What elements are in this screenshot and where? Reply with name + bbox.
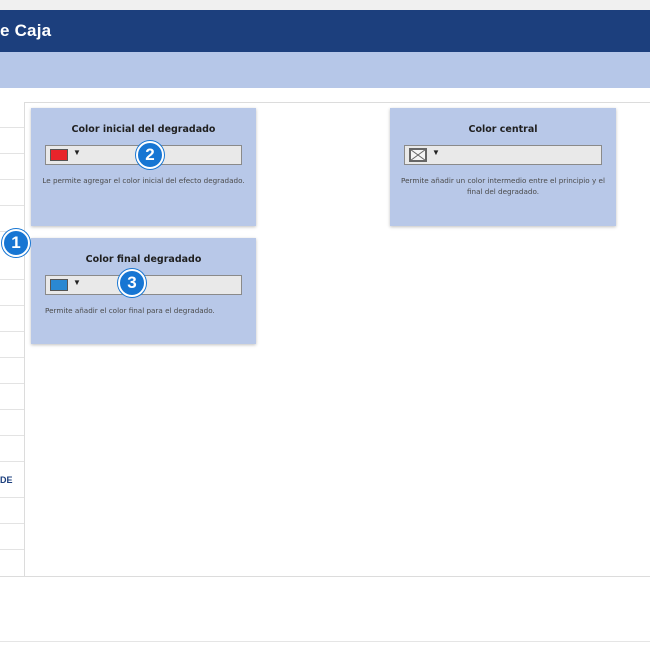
top-strip (0, 0, 650, 10)
sidebar-item[interactable] (0, 524, 24, 550)
sidebar-item[interactable] (0, 180, 24, 206)
sidebar-item[interactable] (0, 206, 24, 232)
sidebar-item[interactable] (0, 498, 24, 524)
header-bar: e Caja (0, 10, 650, 52)
sidebar-item[interactable] (0, 358, 24, 384)
center-color-card: Color central ▼ Permite añadir un color … (390, 108, 616, 226)
callout-badge-1: 1 (2, 229, 30, 257)
center-color-title: Color central (468, 124, 538, 135)
start-color-description: Le permite agregar el color inicial del … (42, 176, 245, 185)
sidebar-item[interactable] (0, 128, 24, 154)
divider (0, 102, 650, 103)
end-color-card: Color final degradado ▼ Permite añadir e… (31, 238, 256, 344)
left-sidebar: DE (0, 102, 25, 576)
divider (0, 576, 650, 577)
end-color-title: Color final degradado (85, 254, 202, 265)
no-color-icon-glyph (410, 149, 426, 161)
sidebar-item[interactable] (0, 154, 24, 180)
window-title: e Caja (0, 21, 52, 40)
blue-swatch-icon (50, 279, 68, 291)
subheader-bar (0, 52, 650, 88)
sidebar-item[interactable] (0, 280, 24, 306)
sidebar-item[interactable] (0, 384, 24, 410)
sidebar-item[interactable] (0, 436, 24, 462)
no-color-icon (409, 148, 427, 162)
chevron-down-icon[interactable]: ▼ (432, 148, 440, 157)
sidebar-item[interactable] (0, 332, 24, 358)
sidebar-item[interactable] (0, 410, 24, 436)
sidebar-item[interactable] (0, 102, 24, 128)
callout-badge-2: 2 (136, 141, 164, 169)
spacer-bar (0, 88, 650, 102)
sidebar-item[interactable] (0, 254, 24, 280)
end-color-description: Permite añadir el color final para el de… (45, 306, 215, 315)
chevron-down-icon[interactable]: ▼ (73, 278, 81, 287)
callout-badge-3: 3 (118, 269, 146, 297)
sidebar-item[interactable] (0, 306, 24, 332)
red-swatch-icon (50, 149, 68, 161)
start-color-title: Color inicial del degradado (71, 124, 216, 135)
chevron-down-icon[interactable]: ▼ (73, 148, 81, 157)
page: e Caja DE Color inicial del degradado ▼ … (0, 0, 650, 650)
sidebar-item[interactable]: DE (0, 462, 24, 498)
center-color-description: Permite añadir un color intermedio entre… (401, 176, 605, 196)
divider (0, 641, 650, 642)
center-color-picker[interactable]: ▼ (404, 145, 602, 165)
